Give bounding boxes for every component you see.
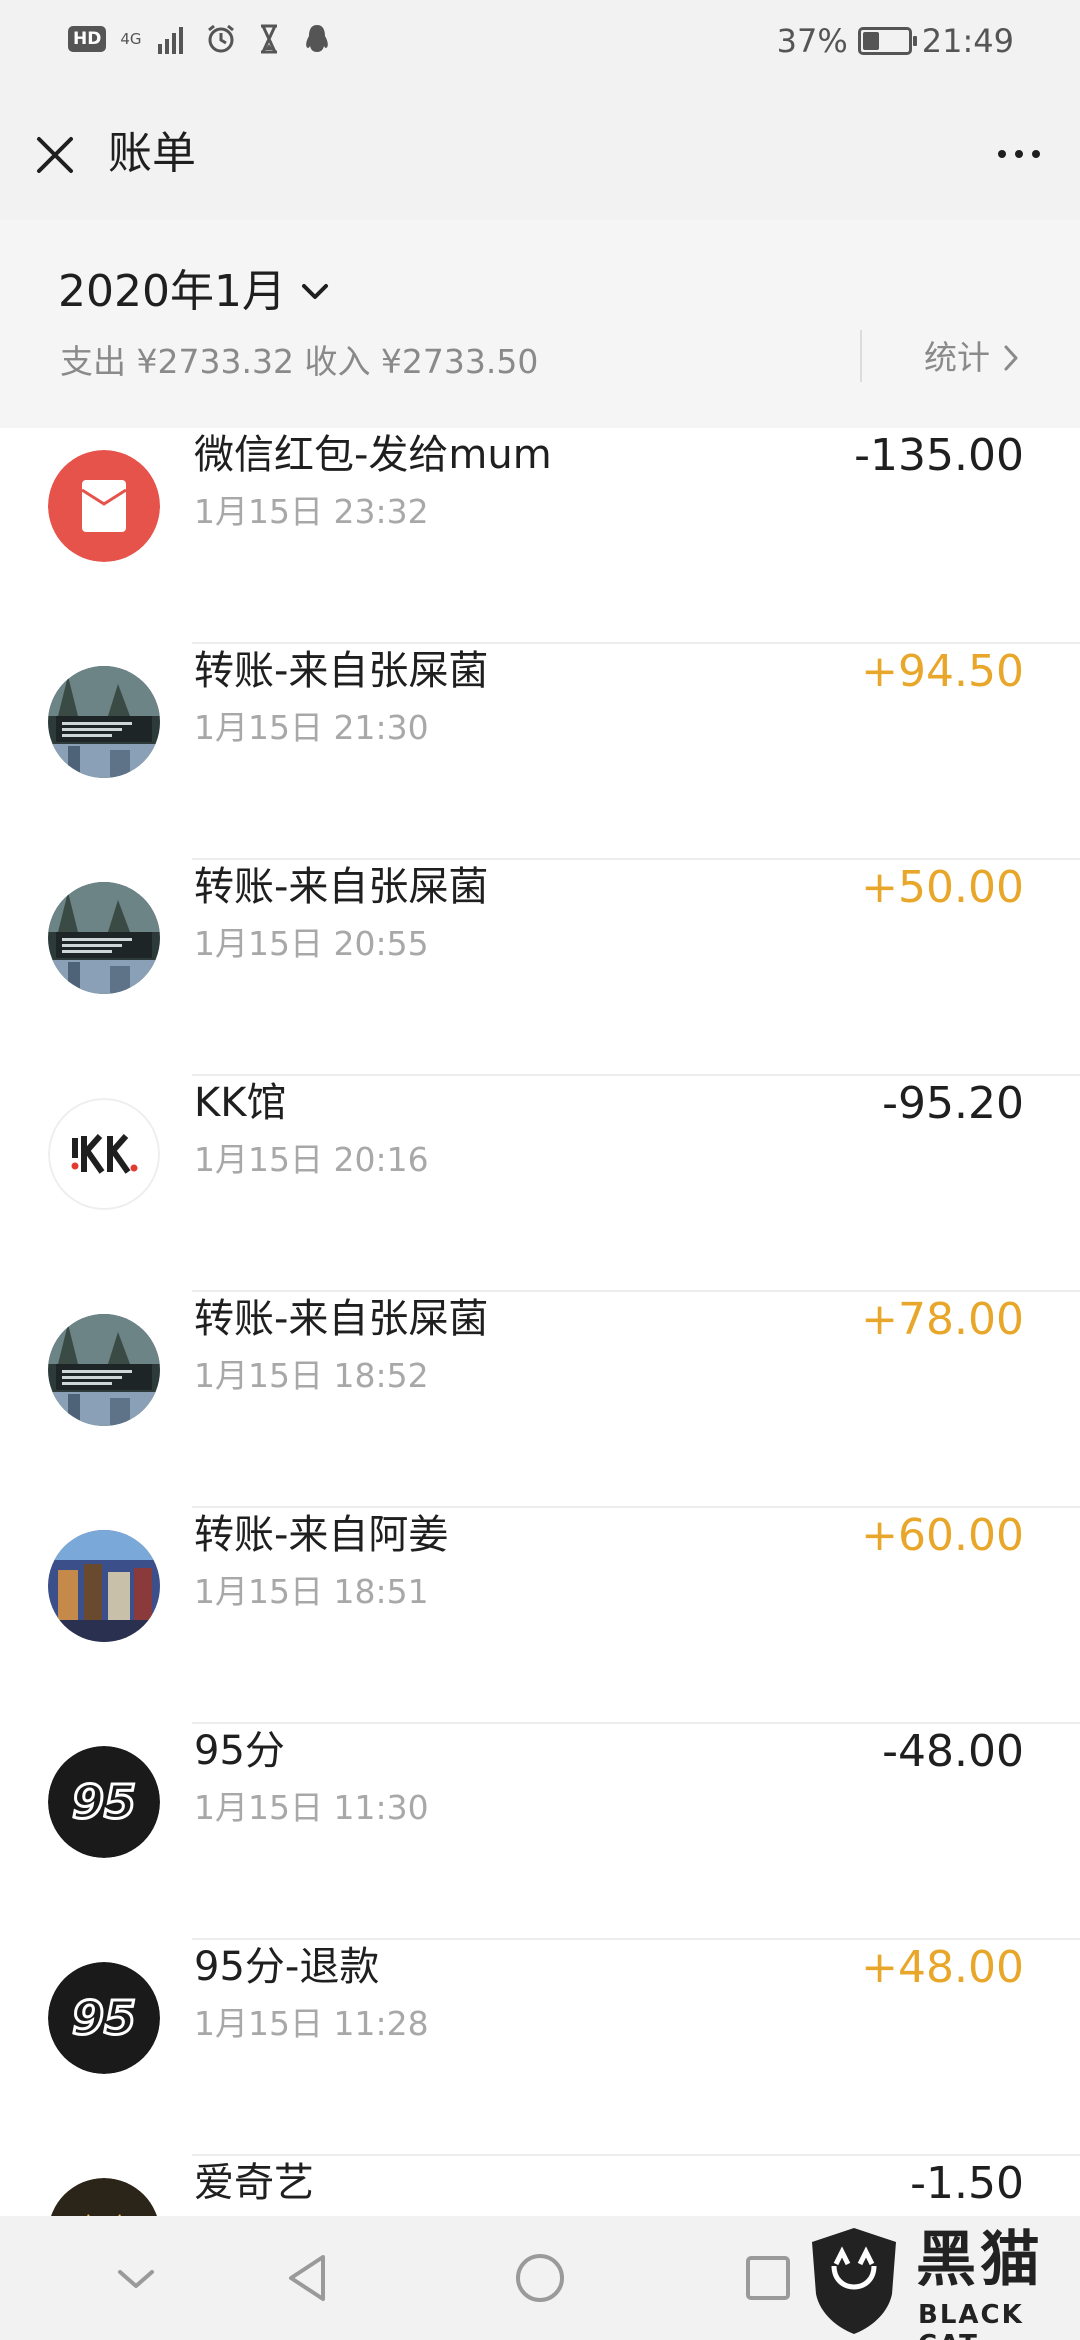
battery-percent: 37% — [776, 22, 848, 60]
nav-back-button[interactable] — [276, 2246, 340, 2310]
transaction-title: 转账-来自张屎菌 — [194, 864, 489, 910]
transaction-row[interactable]: 转账-来自张屎菌 1月15日 18:52 +78.00 — [0, 1292, 1080, 1508]
more-options-button[interactable] — [986, 126, 1052, 182]
hd-badge: HD — [68, 26, 107, 52]
battery-icon — [857, 27, 917, 55]
close-button[interactable] — [22, 122, 88, 188]
nav-hide-button[interactable] — [104, 2246, 168, 2310]
transaction-title: 微信红包-发给mum — [194, 432, 552, 478]
nav-recents-button[interactable] — [736, 2246, 800, 2310]
transaction-row[interactable]: 微信红包-发给mum 1月15日 23:32 -135.00 — [0, 428, 1080, 644]
transaction-row[interactable]: 转账-来自张屎菌 1月15日 20:55 +50.00 — [0, 860, 1080, 1076]
chevron-down-icon — [301, 284, 328, 299]
kk-logo — [48, 1098, 160, 1210]
city-photo-avatar — [48, 1314, 160, 1426]
transaction-title: 转账-来自阿姜 — [194, 1512, 449, 1558]
transaction-row[interactable]: 转账-来自张屎菌 1月15日 21:30 +94.50 — [0, 644, 1080, 860]
title-bar: 账单 — [0, 90, 1080, 220]
transaction-amount: +50.00 — [861, 862, 1024, 913]
more-dot-icon — [1015, 150, 1023, 158]
transaction-title: 转账-来自张屎菌 — [194, 648, 489, 694]
transaction-title: 95分 — [194, 1728, 285, 1774]
95-logo: 95 — [48, 1962, 160, 2074]
transaction-time: 1月15日 20:55 — [194, 924, 429, 963]
transaction-row[interactable]: 95 95分-退款 1月15日 11:28 +48.00 — [0, 1940, 1080, 2156]
transaction-title: 转账-来自张屎菌 — [194, 1296, 489, 1342]
page-title: 账单 — [108, 128, 196, 179]
city-photo-avatar — [48, 882, 160, 994]
watermark: 黑猫 BLACK CAT — [804, 2224, 1074, 2340]
hourglass-icon — [260, 24, 277, 54]
transaction-amount: -135.00 — [854, 430, 1024, 481]
transaction-amount: -1.50 — [910, 2158, 1024, 2209]
transaction-row[interactable]: 爱奇艺 -1.50 — [0, 2156, 1080, 2216]
stats-button[interactable]: 统计 — [924, 336, 1020, 380]
more-dot-icon — [998, 150, 1006, 158]
transaction-time: 1月15日 11:30 — [194, 1788, 429, 1827]
transaction-amount: +60.00 — [861, 1510, 1024, 1561]
alarm-icon — [207, 24, 234, 53]
transaction-amount: -95.20 — [882, 1078, 1024, 1129]
qq-penguin-icon — [305, 25, 328, 52]
nav-home-button[interactable] — [508, 2246, 572, 2310]
month-label: 2020年1月 — [58, 266, 286, 317]
close-icon — [37, 137, 73, 173]
transaction-row[interactable]: 95 95分 1月15日 11:30 -48.00 — [0, 1724, 1080, 1940]
transaction-time: 1月15日 21:30 — [194, 708, 429, 747]
svg-text:95: 95 — [72, 1991, 136, 2045]
svg-text:95: 95 — [72, 1775, 136, 1829]
month-summary: 支出 ¥2733.32 收入 ¥2733.50 — [60, 342, 539, 381]
watermark-text: 黑猫 — [916, 2225, 1044, 2295]
black-cat-shield-icon — [812, 2228, 896, 2334]
95-logo: 95 — [48, 1746, 160, 1858]
transaction-amount: +94.50 — [861, 646, 1024, 697]
chevron-right-icon — [1004, 345, 1018, 371]
transaction-row[interactable]: 转账-来自阿姜 1月15日 18:51 +60.00 — [0, 1508, 1080, 1724]
network-type: 4G — [120, 29, 142, 48]
chevron-down-icon — [118, 2270, 154, 2288]
transaction-amount: +78.00 — [861, 1294, 1024, 1345]
back-triangle-icon — [289, 2255, 325, 2301]
stats-label: 统计 — [924, 338, 990, 377]
transaction-title: 95分-退款 — [194, 1944, 380, 1990]
transaction-time: 1月15日 18:51 — [194, 1572, 429, 1611]
city-photo-avatar — [48, 666, 160, 778]
transaction-title: KK馆 — [194, 1080, 287, 1126]
watermark-subtext: BLACK CAT — [918, 2300, 1024, 2340]
home-circle-icon — [516, 2254, 564, 2302]
transaction-row[interactable]: KK馆 1月15日 20:16 -95.20 — [0, 1076, 1080, 1292]
transaction-list: 微信红包-发给mum 1月15日 23:32 -135.00 转账-来自张屎菌 1月15… — [0, 428, 1080, 2216]
signal-icon — [157, 27, 183, 54]
transaction-time: 1月15日 11:28 — [194, 2004, 429, 2043]
clock: 21:49 — [921, 22, 1014, 60]
game-photo-avatar — [48, 1530, 160, 1642]
more-dot-icon — [1032, 150, 1040, 158]
iqiyi-logo — [48, 2178, 160, 2216]
transaction-amount: +48.00 — [861, 1942, 1024, 1993]
divider — [860, 330, 862, 382]
transaction-title: 爱奇艺 — [194, 2160, 314, 2206]
status-bar: HD 4G 37% 21:49 — [0, 0, 1080, 90]
month-selector[interactable]: 2020年1月 — [58, 264, 330, 320]
month-header: 2020年1月 支出 ¥2733.32 收入 ¥2733.50 统计 — [0, 220, 1080, 428]
red-packet-icon — [48, 450, 160, 562]
recents-square-icon — [746, 2256, 790, 2300]
transaction-amount: -48.00 — [882, 1726, 1024, 1777]
transaction-time: 1月15日 18:52 — [194, 1356, 429, 1395]
transaction-time: 1月15日 23:32 — [194, 492, 429, 531]
transaction-time: 1月15日 20:16 — [194, 1140, 429, 1179]
